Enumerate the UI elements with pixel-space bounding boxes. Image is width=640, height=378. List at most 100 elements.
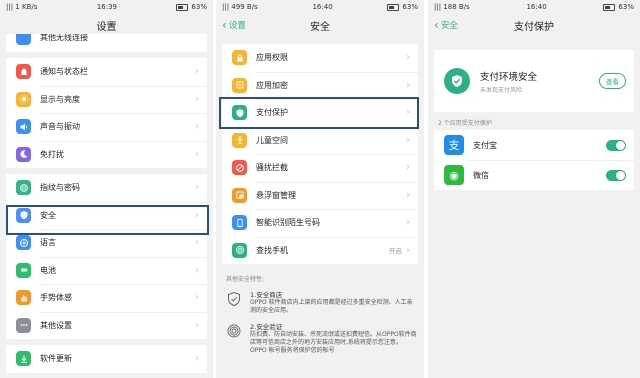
item-label: 指纹与密码 — [40, 183, 80, 193]
status-bar: ||| 1 KB/s 16:39 63% — [0, 0, 213, 14]
page-title: 支付保护 — [514, 21, 554, 33]
settings-item[interactable]: 软件更新 › — [6, 345, 207, 373]
protection-toggle[interactable] — [606, 169, 626, 181]
settings-group-display: 通知与状态栏 › 显示与亮度 › 声音与振动 › 免打扰 › — [6, 58, 207, 168]
more-icon — [16, 317, 31, 333]
protection-toggle[interactable] — [606, 139, 626, 151]
settings-screen: ||| 1 KB/s 16:39 63% 设置 其他无线连接 通知与状态栏 › 显示… — [0, 0, 213, 378]
settings-item[interactable]: 声音与振动 › — [6, 113, 207, 141]
settings-group-partial: 其他无线连接 — [6, 34, 207, 52]
status-bar: ||| 499 B/s 16:40 63% — [216, 0, 424, 14]
chevron-left-icon: ‹ — [222, 18, 227, 32]
shield-outline-icon — [226, 291, 242, 307]
security-item[interactable]: 查找手机 开启 › — [222, 236, 418, 265]
settings-group-system: 指纹与密码 › 安全 › 语言 › 电池 › 手势体感 › 其他设置 › — [6, 174, 207, 339]
divider — [424, 0, 427, 378]
card-subtitle: 未发现支付风险 — [480, 86, 523, 94]
item-label: 悬浮窗管理 — [256, 190, 296, 200]
battery-level: 63% — [402, 3, 418, 11]
feature-item: 1.安全商店 OPPO 软件商店内上架的应用都是经过多重安全检测、人工亲测的安全应… — [216, 287, 424, 319]
network-status: ||| 499 B/s — [222, 3, 258, 11]
settings-item[interactable]: 其他设置 › — [6, 311, 207, 340]
bell-icon — [16, 64, 31, 80]
settings-item[interactable]: 指纹与密码 › — [6, 174, 207, 202]
battery-icon — [16, 262, 31, 278]
sun-icon — [16, 91, 31, 107]
item-label: 应用权限 — [256, 53, 288, 63]
security-screen: ||| 499 B/s 16:40 63% ‹ 设置 安全 应用权限 › 应用加密 › 支… — [216, 0, 424, 378]
settings-item[interactable]: 电池 › — [6, 256, 207, 285]
item-label: 骚扰拦截 — [256, 163, 288, 173]
settings-item[interactable]: 免打扰 › — [6, 140, 207, 169]
page-title: 设置 — [96, 21, 117, 33]
item-label: 儿童空间 — [256, 135, 288, 145]
app-lock-icon — [232, 77, 247, 93]
card-title: 支付环境安全 — [480, 71, 538, 83]
battery-level: 63% — [618, 3, 634, 11]
security-item[interactable]: 应用加密 › — [222, 71, 418, 100]
back-label: 安全 — [440, 21, 458, 31]
settings-item[interactable]: 显示与亮度 › — [6, 85, 207, 114]
wireless-icon — [16, 34, 31, 46]
protected-app-row[interactable]: 支支付宝 — [434, 130, 634, 160]
battery-icon — [176, 3, 189, 11]
view-button[interactable]: 查看 — [599, 73, 626, 89]
chevron-right-icon: › — [195, 353, 199, 365]
item-label: 应用加密 — [256, 80, 288, 90]
settings-item-other-wireless[interactable]: 其他无线连接 — [6, 34, 207, 52]
fingerprint-outline-icon — [226, 323, 242, 339]
item-label: 声音与振动 — [40, 122, 80, 132]
chevron-right-icon: › — [195, 121, 199, 133]
lock-icon — [232, 50, 247, 66]
network-status: ||| 188 B/s — [434, 3, 470, 11]
payment-protection-screen: ||| 188 B/s 16:40 63% ‹ 安全 支付保护 支付环境安全 未发… — [428, 0, 640, 378]
chevron-right-icon: › — [195, 182, 199, 194]
chevron-right-icon: › — [195, 264, 199, 276]
update-icon — [16, 351, 31, 367]
chevron-right-icon: › — [195, 148, 199, 160]
shield-check-icon — [444, 68, 470, 94]
page-title-bar: ‹ 安全 支付保护 — [428, 14, 640, 36]
section-header: 2 个应用受支付保护 — [438, 120, 492, 127]
security-list: 应用权限 › 应用加密 › 支付保护 › 儿童空间 › 骚扰拦截 › 悬浮窗管理 › 智能识别陌生号码 ›… — [222, 44, 418, 264]
back-button[interactable]: ‹ 设置 — [222, 14, 246, 36]
settings-item-label: 其他无线连接 — [40, 34, 88, 43]
security-item[interactable]: 智能识别陌生号码 › — [222, 209, 418, 237]
clock: 16:40 — [526, 3, 547, 11]
globe-icon — [16, 235, 31, 251]
settings-item[interactable]: 手势体感 › — [6, 284, 207, 312]
chevron-right-icon: › — [195, 93, 199, 105]
feature-item: 2.安全验证 防扣费、防自动安装、杀死流氓或送扣费短信。从OPPO软件商店等可信商… — [216, 319, 424, 359]
radar-icon — [232, 242, 247, 258]
chevron-right-icon: › — [406, 79, 410, 91]
chevron-right-icon: › — [406, 189, 410, 201]
chevron-right-icon: › — [406, 134, 410, 146]
security-item[interactable]: 儿童空间 › — [222, 126, 418, 155]
divider — [213, 0, 216, 378]
item-label: 通知与状态栏 — [40, 67, 88, 77]
security-item[interactable]: 应用权限 › — [222, 44, 418, 72]
chevron-right-icon: › — [406, 52, 410, 64]
child-icon — [232, 132, 247, 148]
moon-icon — [16, 146, 31, 162]
settings-item[interactable]: 通知与状态栏 › — [6, 58, 207, 86]
security-item[interactable]: 骚扰拦截 › — [222, 154, 418, 182]
back-button[interactable]: ‹ 安全 — [434, 14, 458, 36]
item-value: 开启 — [389, 247, 402, 256]
chevron-right-icon: › — [195, 66, 199, 78]
chevron-right-icon: › — [195, 319, 199, 331]
protected-app-row[interactable]: ◉ 微信 — [434, 160, 634, 190]
battery-icon — [603, 3, 616, 11]
security-item[interactable]: 悬浮窗管理 › — [222, 181, 418, 210]
screenshot-collage: ||| 1 KB/s 16:39 63% 设置 其他无线连接 通知与状态栏 › 显示… — [0, 0, 640, 378]
app-label: 微信 — [473, 170, 489, 180]
item-label: 手势体感 — [40, 293, 72, 303]
feature-heading: 2.安全验证 — [250, 323, 283, 331]
feature-body: 防扣费、防自动安装、杀死流氓或送扣费短信。从OPPO软件商店等可信商店之外的地方… — [250, 331, 417, 354]
item-label: 智能识别陌生号码 — [256, 218, 320, 228]
section-note: 其他安全特性: — [226, 276, 265, 283]
item-label: 其他设置 — [40, 320, 72, 330]
item-label: 查找手机 — [256, 245, 288, 255]
item-label: 语言 — [40, 238, 56, 248]
highlight-box — [219, 97, 419, 129]
